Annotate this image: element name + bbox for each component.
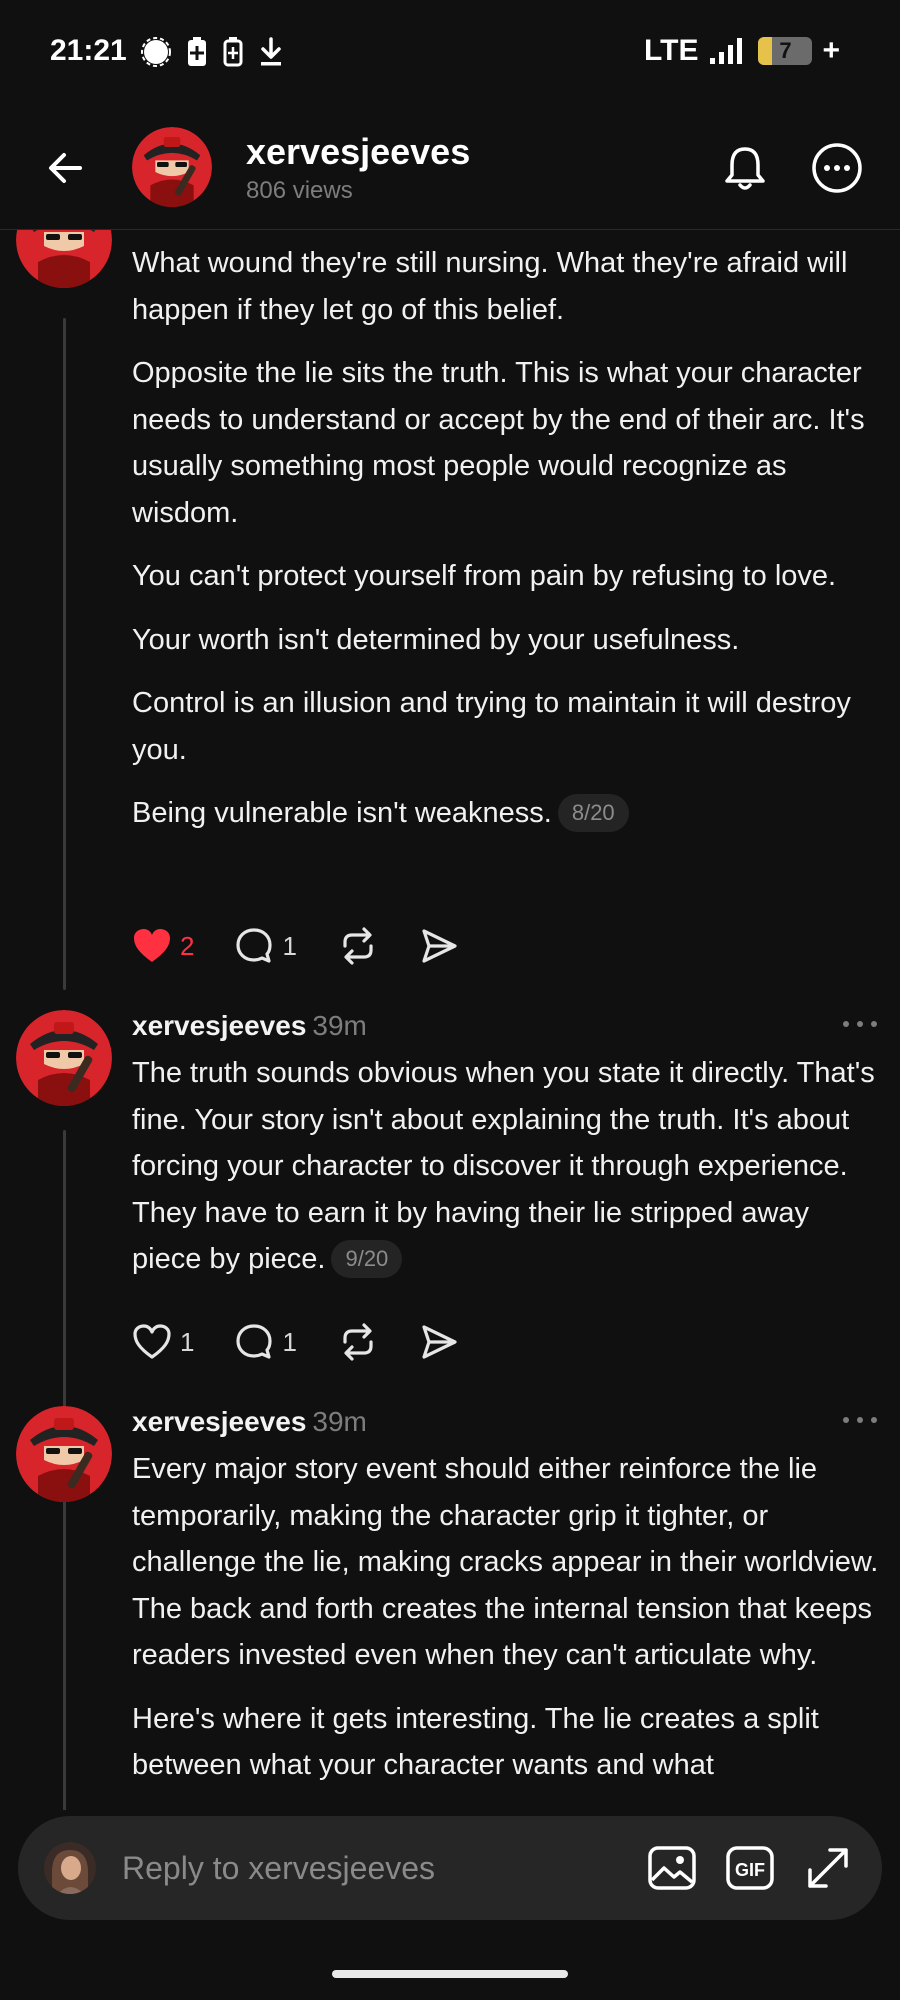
post-header: xervesjeeves 39m [132,1010,880,1042]
comment-icon [236,928,273,963]
thread-connector-line [63,1526,66,1810]
battery-icon [223,37,243,67]
post-body: What wound they're still nursing. What t… [132,240,880,854]
thread-feed[interactable]: What wound they're still nursing. What t… [0,230,900,1810]
post-paragraph-text: Being vulnerable isn't weakness. [132,797,552,829]
post-paragraph: Opposite the lie sits the truth. This is… [132,357,865,529]
like-count: 2 [180,930,195,961]
like-count: 1 [180,1326,195,1357]
comment-count: 1 [282,1326,297,1357]
post-time: 39m [312,1010,367,1041]
repost-button[interactable] [337,924,379,968]
heart-outline-icon [133,1324,171,1359]
back-arrow-icon[interactable] [40,143,90,193]
page-counter-badge: 9/20 [331,1240,403,1278]
status-bar: 21:21 LTE 7 + [0,0,900,105]
post-more-icon[interactable] [840,1014,880,1034]
battery-indicator: 7 [758,37,813,65]
reply-input[interactable] [122,1846,622,1890]
battery-level: 7 [779,38,792,63]
post-more-icon[interactable] [840,1410,880,1430]
post-paragraph: The truth sounds obvious when you state … [132,1050,880,1283]
like-button[interactable]: 2 [132,924,194,968]
post-paragraph: You can't protect yourself from pain by … [132,560,837,592]
post-time: 39m [312,1406,367,1437]
network-type: LTE [644,34,699,67]
post-actions: 2 1 [132,924,499,968]
post-paragraph-text: The truth sounds obvious when you state … [132,1057,875,1275]
avatar-image [16,1010,112,1106]
post-author[interactable]: xervesjeeves [132,1406,306,1437]
thread-header: xervesjeeves 806 views [0,105,900,230]
post-avatar[interactable] [16,230,112,288]
comment-button[interactable]: 1 [234,924,297,968]
avatar-image [44,1842,96,1894]
post-body: xervesjeeves 39m The truth sounds obvious… [132,1010,880,1300]
post-actions: 1 1 [132,1320,499,1364]
status-icons-right: LTE 7 + [644,34,840,68]
avatar-image [16,1406,112,1502]
send-icon [422,1325,457,1359]
heart-filled-icon [134,929,170,962]
repost-icon [343,1323,373,1361]
post-author[interactable]: xervesjeeves [132,1010,306,1041]
gif-icon: GIF [726,1846,774,1890]
send-icon [422,929,457,963]
status-time: 21:21 [50,34,127,67]
post-paragraph: Control is an illusion and trying to mai… [132,687,851,766]
battery-fill [758,37,772,65]
post-paragraph: Here's where it gets interesting. The li… [132,1702,819,1782]
comment-button[interactable]: 1 [234,1320,297,1364]
comment-count: 1 [282,930,297,961]
gif-button[interactable]: GIF [724,1842,776,1894]
repost-icon [343,927,373,965]
share-button[interactable] [419,924,459,968]
expand-icon[interactable] [802,1842,854,1894]
reply-bar: GIF [18,1816,882,1920]
signal-app-icon [141,37,171,67]
header-username[interactable]: xervesjeeves [246,131,470,173]
post-paragraph: Being vulnerable isn't weakness. 8/20 [132,790,880,837]
image-attach-icon[interactable] [646,1842,698,1894]
avatar-image [16,230,112,288]
page-counter-badge: 8/20 [557,794,629,832]
gif-label: GIF [735,1860,765,1880]
signal-strength-icon [710,38,743,64]
current-user-avatar [44,1842,96,1894]
comment-icon [236,1324,273,1359]
view-count: 806 views [246,177,353,204]
home-indicator[interactable] [332,1970,568,1978]
charging-plus-icon: + [822,34,840,67]
share-button[interactable] [419,1320,459,1364]
more-options-icon[interactable] [810,141,864,195]
status-icons-left [140,36,284,68]
post-body: xervesjeeves 39m Every major story event … [132,1406,880,1806]
post-header: xervesjeeves 39m [132,1406,880,1438]
header-avatar[interactable] [132,127,212,207]
post-paragraph: Your worth isn't determined by your usef… [132,623,740,656]
avatar-image [132,127,212,207]
download-icon [261,37,281,66]
post-avatar[interactable] [16,1010,112,1106]
like-button[interactable]: 1 [132,1320,194,1364]
post-paragraph: What wound they're still nursing. What t… [132,247,848,326]
bell-icon[interactable] [720,143,770,193]
post-paragraph: Every major story event should either re… [132,1453,879,1671]
thread-connector-line [63,318,66,990]
screen: 21:21 LTE 7 + xervesjeeves 806 views Wha… [0,0,900,2000]
battery-saver-icon [188,37,206,66]
post-avatar[interactable] [16,1406,112,1502]
repost-button[interactable] [337,1320,379,1364]
